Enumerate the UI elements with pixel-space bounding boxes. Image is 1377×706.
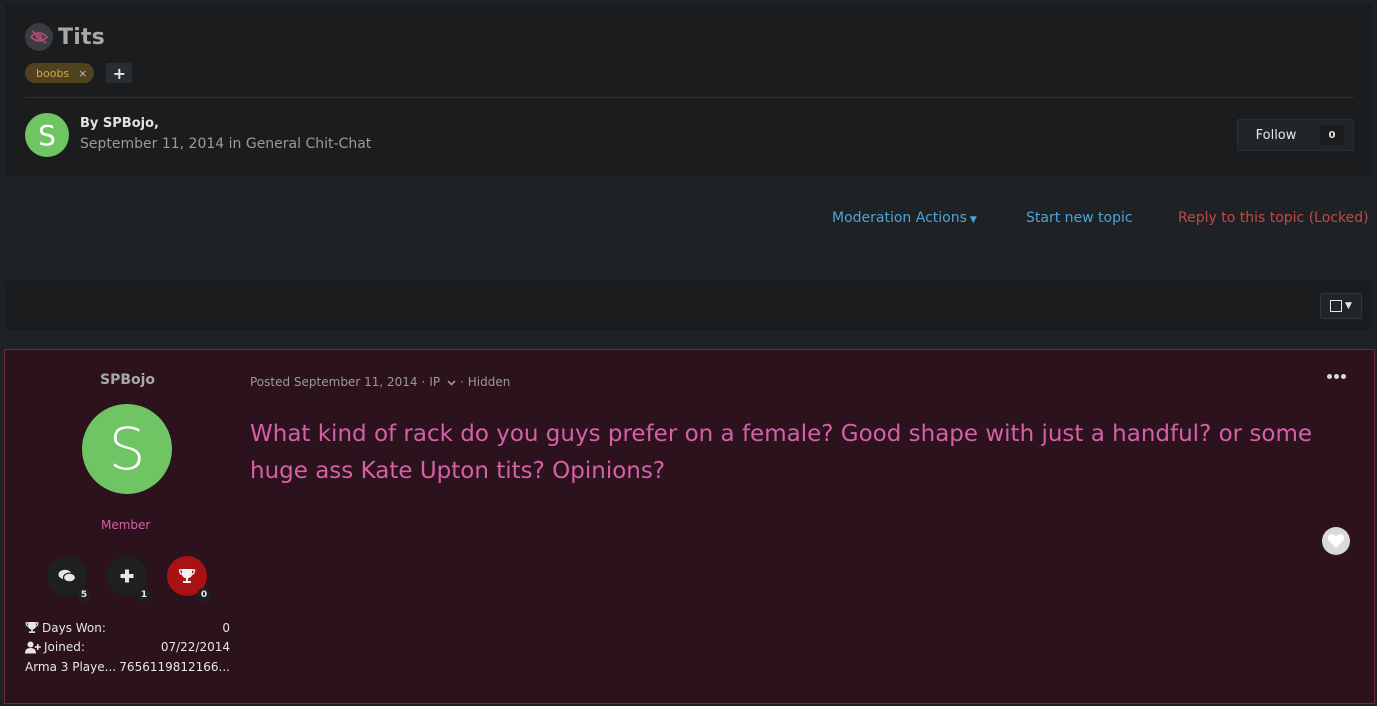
hidden-eye-icon	[25, 23, 53, 51]
stat-value: 07/22/2014	[160, 640, 230, 655]
hidden-post: SPBojo S Member 5 1 0 Days Won: 0 Joined…	[4, 349, 1375, 704]
follow-label[interactable]: Follow	[1238, 128, 1314, 143]
topic-header: Tits boobs × + S By SPBojo, September 11…	[5, 3, 1372, 177]
page-title: Tits	[58, 24, 105, 50]
tag-label[interactable]: boobs	[36, 67, 69, 80]
author-avatar[interactable]: S	[25, 113, 69, 157]
author-byline[interactable]: By SPBojo,	[80, 116, 159, 131]
post-toolbar: ▼	[5, 281, 1372, 330]
plus-icon	[120, 569, 134, 583]
reply-locked-link[interactable]: Reply to this topic (Locked)	[1178, 210, 1369, 226]
post-author-name[interactable]: SPBojo	[100, 372, 155, 388]
user-plus-icon	[25, 641, 41, 654]
follow-button[interactable]: Follow 0	[1237, 119, 1354, 151]
tag-boobs[interactable]: boobs ×	[25, 63, 95, 83]
like-button[interactable]	[1322, 527, 1350, 555]
member-group: Member	[101, 518, 151, 532]
hidden-status: Hidden	[467, 375, 511, 389]
topic-meta: September 11, 2014 in General Chit-Chat	[80, 136, 372, 152]
stat-joined: Joined: 07/22/2014	[25, 638, 230, 658]
badge-count: 5	[77, 588, 91, 602]
post-avatar[interactable]: S	[82, 404, 172, 494]
remove-tag-icon[interactable]: ×	[78, 67, 87, 80]
stat-label: Joined:	[44, 640, 85, 655]
caret-down-icon: ▼	[969, 215, 977, 225]
multiselect-button[interactable]: ▼	[1320, 293, 1362, 319]
badge-count: 1	[137, 588, 151, 602]
more-options-icon[interactable]	[1327, 374, 1346, 379]
stat-arma3-player-id: Arma 3 Playe... 7656119812166...	[25, 657, 230, 677]
heart-icon	[1327, 534, 1345, 548]
add-tag-button[interactable]: +	[106, 63, 133, 83]
comments-icon	[58, 569, 76, 583]
trophy-icon	[178, 569, 196, 583]
moderation-actions-button[interactable]: Moderation Actions ▼	[832, 210, 977, 226]
stat-value: 0	[222, 620, 230, 635]
post-meta: Posted September 11, 2014 · IP · Hidden	[250, 375, 511, 389]
stat-days-won: Days Won: 0	[25, 618, 230, 638]
author-stats: Days Won: 0 Joined: 07/22/2014 Arma 3 Pl…	[25, 618, 230, 677]
posted-date[interactable]: Posted September 11, 2014	[250, 375, 418, 389]
days-won-badge[interactable]: 0	[167, 556, 211, 602]
moderation-actions-label[interactable]: Moderation Actions	[832, 210, 967, 226]
trophy-icon	[25, 622, 39, 634]
divider	[25, 97, 1354, 98]
caret-down-icon: ▼	[1345, 301, 1352, 311]
stat-label: Arma 3 Playe...	[25, 659, 117, 674]
follower-count: 0	[1320, 125, 1344, 145]
chevron-down-icon	[447, 380, 456, 386]
start-new-topic-link[interactable]: Start new topic	[1026, 210, 1133, 226]
title-row: Tits	[25, 23, 105, 51]
reputation-badge[interactable]: 1	[107, 556, 151, 602]
tags-row: boobs × +	[25, 63, 133, 83]
ip-menu[interactable]: IP	[429, 375, 456, 389]
content-count-badge[interactable]: 5	[47, 556, 91, 602]
stat-label: Days Won:	[42, 620, 106, 635]
post-content: What kind of rack do you guys prefer on …	[250, 421, 1313, 484]
badge-count: 0	[197, 588, 211, 602]
stat-value: 7656119812166...	[119, 659, 230, 674]
checkbox-icon	[1330, 300, 1343, 312]
